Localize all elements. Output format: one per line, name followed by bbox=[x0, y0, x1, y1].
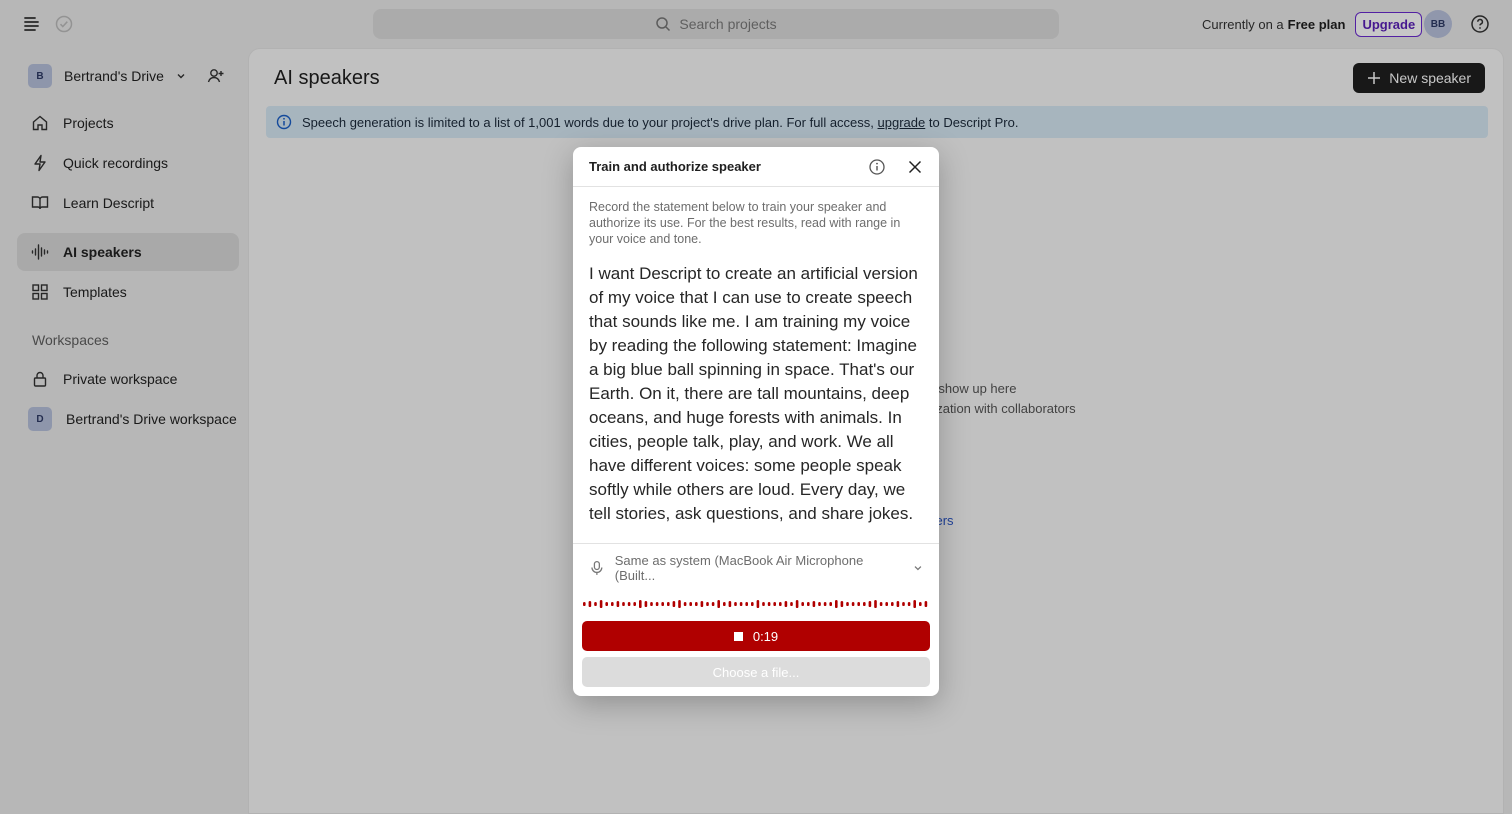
level-dot bbox=[678, 600, 681, 608]
level-dot bbox=[879, 602, 883, 606]
level-dot bbox=[846, 602, 849, 606]
microphone-source: Same as system (MacBook Air Microphone (… bbox=[614, 553, 864, 583]
dialog-title: Train and authorize speaker bbox=[589, 159, 761, 174]
level-dot bbox=[835, 600, 838, 608]
level-dot bbox=[616, 601, 620, 607]
level-dot bbox=[689, 602, 692, 606]
level-dot bbox=[594, 602, 597, 606]
close-icon[interactable] bbox=[906, 158, 924, 176]
level-dot bbox=[667, 602, 670, 606]
level-dot bbox=[829, 602, 832, 606]
level-dot bbox=[583, 602, 586, 606]
training-statement: I want Descript to create an artificial … bbox=[589, 264, 918, 523]
level-dot bbox=[639, 600, 642, 608]
level-dot bbox=[857, 602, 860, 606]
level-dot bbox=[633, 602, 636, 606]
level-dot bbox=[627, 602, 631, 606]
level-dot bbox=[874, 600, 877, 608]
stop-icon bbox=[733, 631, 743, 641]
level-dot bbox=[812, 601, 816, 607]
level-dot bbox=[700, 601, 704, 607]
level-dot bbox=[807, 602, 810, 606]
level-dot bbox=[706, 602, 709, 606]
level-dot bbox=[734, 602, 737, 606]
train-speaker-dialog: Train and authorize speaker Record the s… bbox=[573, 147, 939, 696]
level-dot bbox=[711, 602, 715, 606]
level-dot bbox=[924, 601, 928, 607]
divider bbox=[573, 543, 939, 544]
stop-recording-button[interactable]: 0:19 bbox=[582, 621, 930, 651]
level-dot bbox=[891, 602, 894, 606]
level-dot bbox=[919, 602, 922, 606]
level-dot bbox=[762, 602, 765, 606]
info-icon[interactable] bbox=[868, 158, 886, 176]
level-dot bbox=[622, 602, 625, 606]
level-dot bbox=[599, 600, 603, 608]
level-dot bbox=[672, 601, 676, 607]
microphone-select[interactable]: Same as system (MacBook Air Microphone (… bbox=[589, 553, 923, 583]
level-dot bbox=[655, 602, 659, 606]
level-dot bbox=[728, 601, 732, 607]
microphone-icon bbox=[591, 560, 603, 575]
chevron-down-icon bbox=[914, 566, 922, 571]
level-dot bbox=[695, 602, 698, 606]
level-dot bbox=[913, 600, 916, 608]
level-dot bbox=[650, 602, 653, 606]
level-dot bbox=[588, 601, 592, 607]
level-dot bbox=[773, 602, 776, 606]
recording-timer: 0:19 bbox=[752, 628, 779, 644]
choose-file-button[interactable]: Choose a file... bbox=[582, 657, 930, 687]
level-dot bbox=[767, 602, 771, 606]
level-dot bbox=[605, 602, 608, 606]
level-dot bbox=[851, 602, 855, 606]
level-dot bbox=[751, 602, 754, 606]
level-dot bbox=[644, 601, 648, 607]
level-dot bbox=[683, 602, 687, 606]
level-dot bbox=[840, 601, 844, 607]
level-dot bbox=[723, 602, 726, 606]
level-dot bbox=[790, 602, 793, 606]
level-dot bbox=[717, 600, 720, 608]
level-dot bbox=[896, 601, 900, 607]
level-dot bbox=[611, 602, 614, 606]
level-dot bbox=[885, 602, 888, 606]
level-dot bbox=[868, 601, 872, 607]
level-dot bbox=[784, 601, 788, 607]
audio-level-meter bbox=[583, 600, 928, 608]
level-dot bbox=[823, 602, 827, 606]
level-dot bbox=[779, 602, 782, 606]
level-dot bbox=[863, 602, 866, 606]
level-dot bbox=[745, 602, 748, 606]
level-dot bbox=[739, 602, 743, 606]
level-dot bbox=[795, 600, 799, 608]
level-dot bbox=[756, 600, 760, 608]
level-dot bbox=[902, 602, 905, 606]
level-dot bbox=[801, 602, 804, 606]
level-dot bbox=[661, 602, 664, 606]
level-dot bbox=[907, 602, 911, 606]
level-dot bbox=[818, 602, 821, 606]
dialog-description: Record the statement below to train your… bbox=[589, 200, 901, 246]
